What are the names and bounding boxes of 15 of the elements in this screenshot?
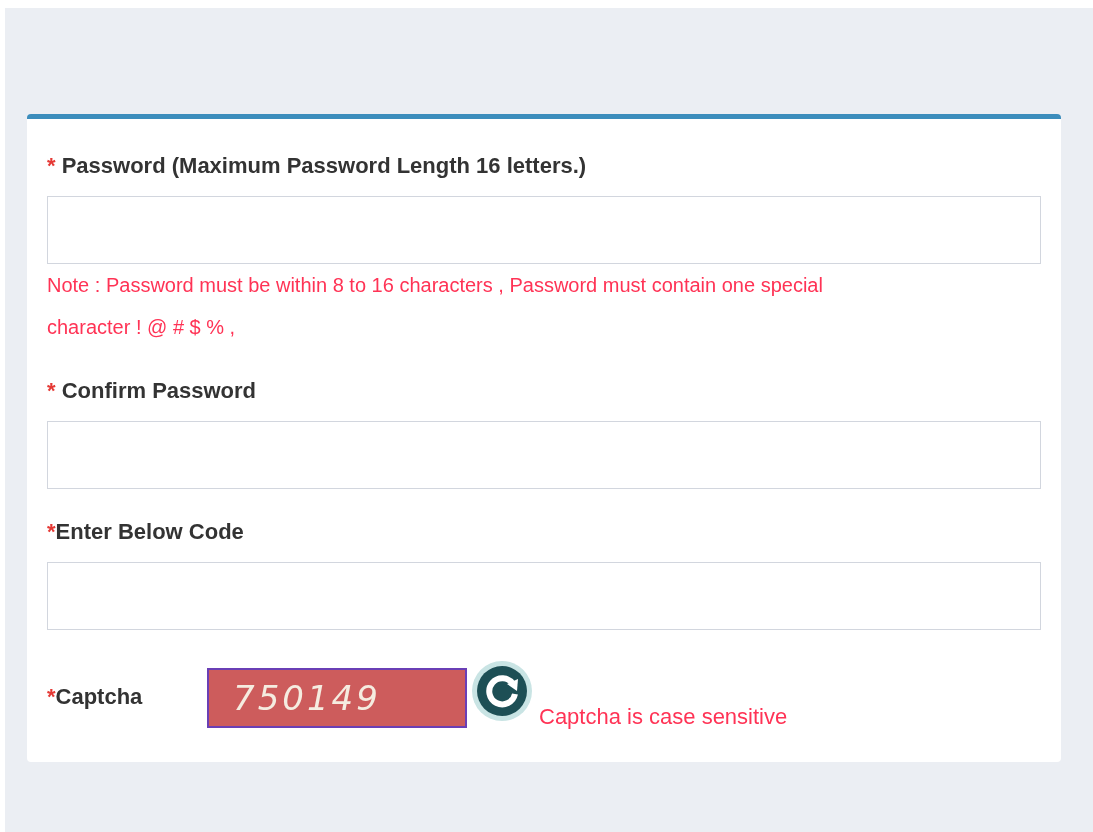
input-field[interactable] [47, 421, 1041, 489]
captcha-image: 750149 [207, 668, 467, 728]
password-note: Note : Password must be within 8 to 16 characters , Password must contain one special character ! @ # $ % , [47, 273, 824, 340]
field-label: Captcha [55, 683, 143, 711]
field-label: Enter Below Code [55, 518, 244, 546]
required-asterisk: * [47, 152, 57, 180]
field-label: Password (Maximum Password Length 16 letters.) [61, 152, 587, 180]
refresh-icon[interactable] [471, 660, 533, 722]
captcha-hint: Captcha is case sensitive [539, 703, 788, 731]
required-asterisk: * [47, 683, 56, 711]
required-asterisk: * [47, 518, 56, 546]
required-asterisk: * [47, 377, 57, 405]
field-label: Confirm Password [61, 377, 257, 405]
input-field[interactable] [47, 562, 1041, 630]
input-field[interactable] [47, 196, 1041, 264]
